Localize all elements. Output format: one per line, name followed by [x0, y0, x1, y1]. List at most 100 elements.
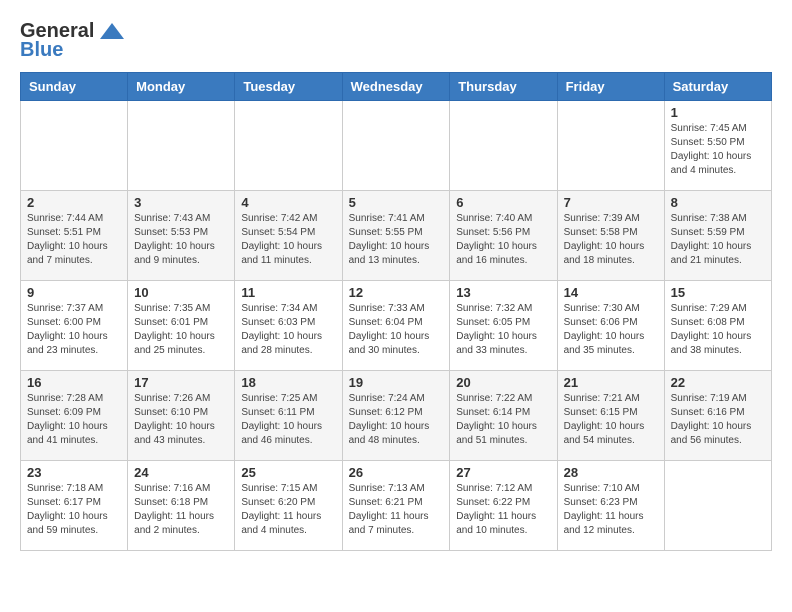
calendar-cell: 17Sunrise: 7:26 AM Sunset: 6:10 PM Dayli…: [128, 371, 235, 461]
day-number: 21: [564, 375, 658, 390]
calendar-cell: 22 Sunrise: 7:19 AM Sunset: 6:16 PM Dayli…: [664, 371, 771, 461]
calendar-cell: [450, 101, 557, 191]
day-number: 4: [241, 195, 335, 210]
day-info: Sunrise: 7:12 AM Sunset: 6:22 PM Dayligh…: [456, 482, 550, 538]
day-info: Sunrise: 7:15 AM Sunset: 6:20 PM Dayligh…: [241, 482, 335, 538]
day-number: 26: [349, 465, 444, 480]
page-header: General Blue: [20, 20, 772, 62]
weekday-header-row: SundayMondayTuesdayWednesdayThursdayFrid…: [21, 73, 772, 101]
day-number: 8: [671, 195, 765, 210]
calendar-cell: 25 Sunrise: 7:15 AM Sunset: 6:20 PM Dayli…: [235, 461, 342, 551]
calendar-cell: 1 Sunrise: 7:45 AM Sunset: 5:50 PM Daylig…: [664, 101, 771, 191]
day-number: 2: [27, 195, 121, 210]
day-info: Sunrise: 7:19 AM Sunset: 6:16 PM Dayligh…: [671, 392, 765, 448]
calendar-cell: 13 Sunrise: 7:32 AM Sunset: 6:05 PM Dayli…: [450, 281, 557, 371]
calendar-cell: 2Sunrise: 7:44 AM Sunset: 5:51 PM Daylig…: [21, 191, 128, 281]
day-number: 17: [134, 375, 228, 390]
calendar-cell: [235, 101, 342, 191]
day-info: Sunrise: 7:21 AM Sunset: 6:15 PM Dayligh…: [564, 392, 658, 448]
calendar-cell: 5 Sunrise: 7:41 AM Sunset: 5:55 PM Daylig…: [342, 191, 450, 281]
calendar-cell: 27 Sunrise: 7:12 AM Sunset: 6:22 PM Dayli…: [450, 461, 557, 551]
day-number: 22: [671, 375, 765, 390]
day-info: Sunrise: 7:25 AM Sunset: 6:11 PM Dayligh…: [241, 392, 335, 448]
weekday-header-friday: Friday: [557, 73, 664, 101]
day-number: 14: [564, 285, 658, 300]
calendar-cell: 15 Sunrise: 7:29 AM Sunset: 6:08 PM Dayli…: [664, 281, 771, 371]
day-number: 10: [134, 285, 228, 300]
calendar-cell: 28 Sunrise: 7:10 AM Sunset: 6:23 PM Dayli…: [557, 461, 664, 551]
day-info: Sunrise: 7:37 AM Sunset: 6:00 PM Dayligh…: [27, 302, 121, 358]
day-info: Sunrise: 7:29 AM Sunset: 6:08 PM Dayligh…: [671, 302, 765, 358]
day-number: 13: [456, 285, 550, 300]
calendar-cell: 14 Sunrise: 7:30 AM Sunset: 6:06 PM Dayli…: [557, 281, 664, 371]
weekday-header-saturday: Saturday: [664, 73, 771, 101]
day-info: Sunrise: 7:13 AM Sunset: 6:21 PM Dayligh…: [349, 482, 444, 538]
day-info: Sunrise: 7:39 AM Sunset: 5:58 PM Dayligh…: [564, 212, 658, 268]
weekday-header-wednesday: Wednesday: [342, 73, 450, 101]
calendar-cell: [21, 101, 128, 191]
day-number: 7: [564, 195, 658, 210]
day-number: 28: [564, 465, 658, 480]
calendar-week-5: 23 Sunrise: 7:18 AM Sunset: 6:17 PM Dayli…: [21, 461, 772, 551]
logo: General Blue: [20, 20, 126, 62]
day-number: 12: [349, 285, 444, 300]
day-number: 11: [241, 285, 335, 300]
day-number: 24: [134, 465, 228, 480]
day-info: Sunrise: 7:22 AM Sunset: 6:14 PM Dayligh…: [456, 392, 550, 448]
calendar-cell: 21 Sunrise: 7:21 AM Sunset: 6:15 PM Dayli…: [557, 371, 664, 461]
calendar-cell: 10Sunrise: 7:35 AM Sunset: 6:01 PM Dayli…: [128, 281, 235, 371]
day-info: Sunrise: 7:41 AM Sunset: 5:55 PM Dayligh…: [349, 212, 444, 268]
day-number: 16: [27, 375, 121, 390]
day-info: Sunrise: 7:38 AM Sunset: 5:59 PM Dayligh…: [671, 212, 765, 268]
calendar-cell: 11 Sunrise: 7:34 AM Sunset: 6:03 PM Dayli…: [235, 281, 342, 371]
day-number: 6: [456, 195, 550, 210]
logo-icon: [98, 21, 126, 43]
day-number: 23: [27, 465, 121, 480]
calendar-cell: 9 Sunrise: 7:37 AM Sunset: 6:00 PM Daylig…: [21, 281, 128, 371]
day-info: Sunrise: 7:28 AM Sunset: 6:09 PM Dayligh…: [27, 392, 121, 448]
calendar-cell: 3 Sunrise: 7:43 AM Sunset: 5:53 PM Daylig…: [128, 191, 235, 281]
calendar-cell: 23 Sunrise: 7:18 AM Sunset: 6:17 PM Dayli…: [21, 461, 128, 551]
day-info: Sunrise: 7:30 AM Sunset: 6:06 PM Dayligh…: [564, 302, 658, 358]
calendar-cell: [128, 101, 235, 191]
day-info: Sunrise: 7:10 AM Sunset: 6:23 PM Dayligh…: [564, 482, 658, 538]
calendar-week-4: 16 Sunrise: 7:28 AM Sunset: 6:09 PM Dayli…: [21, 371, 772, 461]
calendar-cell: 8 Sunrise: 7:38 AM Sunset: 5:59 PM Daylig…: [664, 191, 771, 281]
calendar-cell: 12 Sunrise: 7:33 AM Sunset: 6:04 PM Dayli…: [342, 281, 450, 371]
weekday-header-thursday: Thursday: [450, 73, 557, 101]
calendar-cell: 20 Sunrise: 7:22 AM Sunset: 6:14 PM Dayli…: [450, 371, 557, 461]
calendar-cell: 6 Sunrise: 7:40 AM Sunset: 5:56 PM Daylig…: [450, 191, 557, 281]
day-number: 19: [349, 375, 444, 390]
day-number: 27: [456, 465, 550, 480]
day-number: 1: [671, 105, 765, 120]
day-number: 18: [241, 375, 335, 390]
day-number: 3: [134, 195, 228, 210]
calendar-cell: [557, 101, 664, 191]
calendar-week-2: 2Sunrise: 7:44 AM Sunset: 5:51 PM Daylig…: [21, 191, 772, 281]
calendar-cell: [664, 461, 771, 551]
day-number: 5: [349, 195, 444, 210]
day-info: Sunrise: 7:16 AM Sunset: 6:18 PM Dayligh…: [134, 482, 228, 538]
weekday-header-tuesday: Tuesday: [235, 73, 342, 101]
calendar-cell: [342, 101, 450, 191]
calendar-cell: 16 Sunrise: 7:28 AM Sunset: 6:09 PM Dayli…: [21, 371, 128, 461]
day-info: Sunrise: 7:43 AM Sunset: 5:53 PM Dayligh…: [134, 212, 228, 268]
day-number: 20: [456, 375, 550, 390]
day-info: Sunrise: 7:33 AM Sunset: 6:04 PM Dayligh…: [349, 302, 444, 358]
day-info: Sunrise: 7:45 AM Sunset: 5:50 PM Dayligh…: [671, 122, 765, 178]
logo-blue-text: Blue: [20, 39, 63, 62]
calendar-cell: 18 Sunrise: 7:25 AM Sunset: 6:11 PM Dayli…: [235, 371, 342, 461]
day-info: Sunrise: 7:34 AM Sunset: 6:03 PM Dayligh…: [241, 302, 335, 358]
day-info: Sunrise: 7:32 AM Sunset: 6:05 PM Dayligh…: [456, 302, 550, 358]
day-info: Sunrise: 7:24 AM Sunset: 6:12 PM Dayligh…: [349, 392, 444, 448]
day-number: 15: [671, 285, 765, 300]
calendar-week-3: 9 Sunrise: 7:37 AM Sunset: 6:00 PM Daylig…: [21, 281, 772, 371]
day-info: Sunrise: 7:18 AM Sunset: 6:17 PM Dayligh…: [27, 482, 121, 538]
day-number: 9: [27, 285, 121, 300]
day-info: Sunrise: 7:42 AM Sunset: 5:54 PM Dayligh…: [241, 212, 335, 268]
calendar-cell: 26 Sunrise: 7:13 AM Sunset: 6:21 PM Dayli…: [342, 461, 450, 551]
calendar-table: SundayMondayTuesdayWednesdayThursdayFrid…: [20, 72, 772, 551]
weekday-header-sunday: Sunday: [21, 73, 128, 101]
day-number: 25: [241, 465, 335, 480]
day-info: Sunrise: 7:40 AM Sunset: 5:56 PM Dayligh…: [456, 212, 550, 268]
